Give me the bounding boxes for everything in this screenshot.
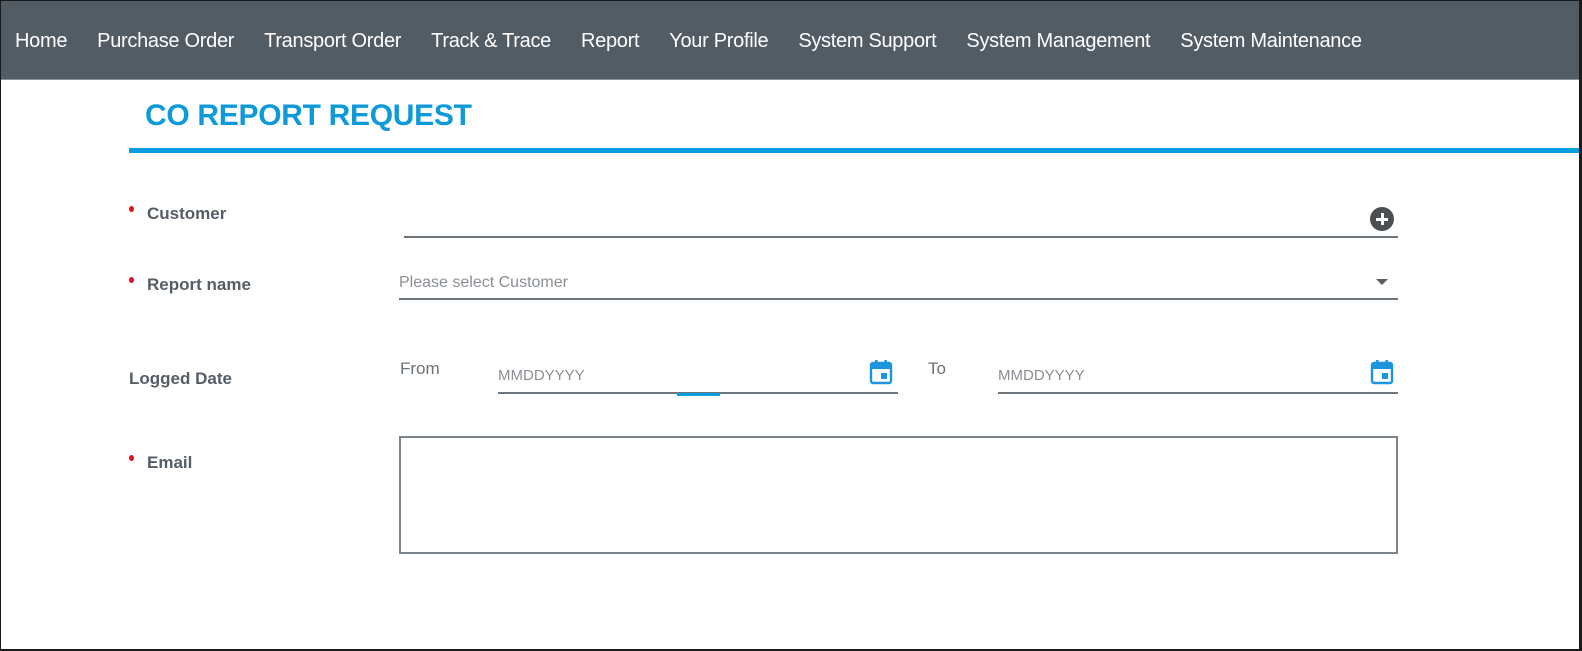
nav-system-management[interactable]: System Management xyxy=(966,28,1150,53)
email-textarea[interactable] xyxy=(399,436,1398,554)
to-calendar-icon[interactable] xyxy=(1370,359,1394,385)
from-calendar-icon[interactable] xyxy=(869,359,893,385)
to-label: To xyxy=(928,359,946,378)
nav-your-profile[interactable]: Your Profile xyxy=(669,28,768,53)
customer-label: Customer xyxy=(147,204,227,223)
main-navbar: Home Purchase Order Transport Order Trac… xyxy=(1,1,1579,80)
report-name-placeholder: Please select Customer xyxy=(399,274,568,291)
from-date-input[interactable]: MMDDYYYY xyxy=(498,364,898,394)
page-title: CO REPORT REQUEST xyxy=(145,99,472,132)
customer-input[interactable] xyxy=(404,208,1398,238)
required-indicator xyxy=(129,455,134,461)
report-name-select[interactable]: Please select Customer xyxy=(399,270,1398,300)
app-frame: Home Purchase Order Transport Order Trac… xyxy=(0,0,1582,651)
to-date-placeholder: MMDDYYYY xyxy=(998,367,1085,384)
caret-down-icon[interactable] xyxy=(1376,279,1388,285)
nav-home[interactable]: Home xyxy=(15,28,67,53)
nav-system-maintenance[interactable]: System Maintenance xyxy=(1180,28,1362,53)
add-customer-icon[interactable] xyxy=(1370,207,1394,231)
title-divider xyxy=(129,148,1579,153)
required-indicator xyxy=(129,206,134,212)
nav-report[interactable]: Report xyxy=(581,28,640,53)
logged-date-label: Logged Date xyxy=(129,369,232,388)
nav-purchase-order[interactable]: Purchase Order xyxy=(97,28,234,53)
nav-transport-order[interactable]: Transport Order xyxy=(264,28,401,53)
from-label: From xyxy=(400,359,440,378)
nav-system-support[interactable]: System Support xyxy=(798,28,936,53)
focus-indicator xyxy=(677,393,720,396)
from-date-placeholder: MMDDYYYY xyxy=(498,367,585,384)
required-indicator xyxy=(129,277,134,283)
email-label: Email xyxy=(147,453,193,472)
nav-track-and-trace[interactable]: Track & Trace xyxy=(431,28,551,53)
report-name-label: Report name xyxy=(147,275,251,294)
to-date-input[interactable]: MMDDYYYY xyxy=(998,364,1398,394)
